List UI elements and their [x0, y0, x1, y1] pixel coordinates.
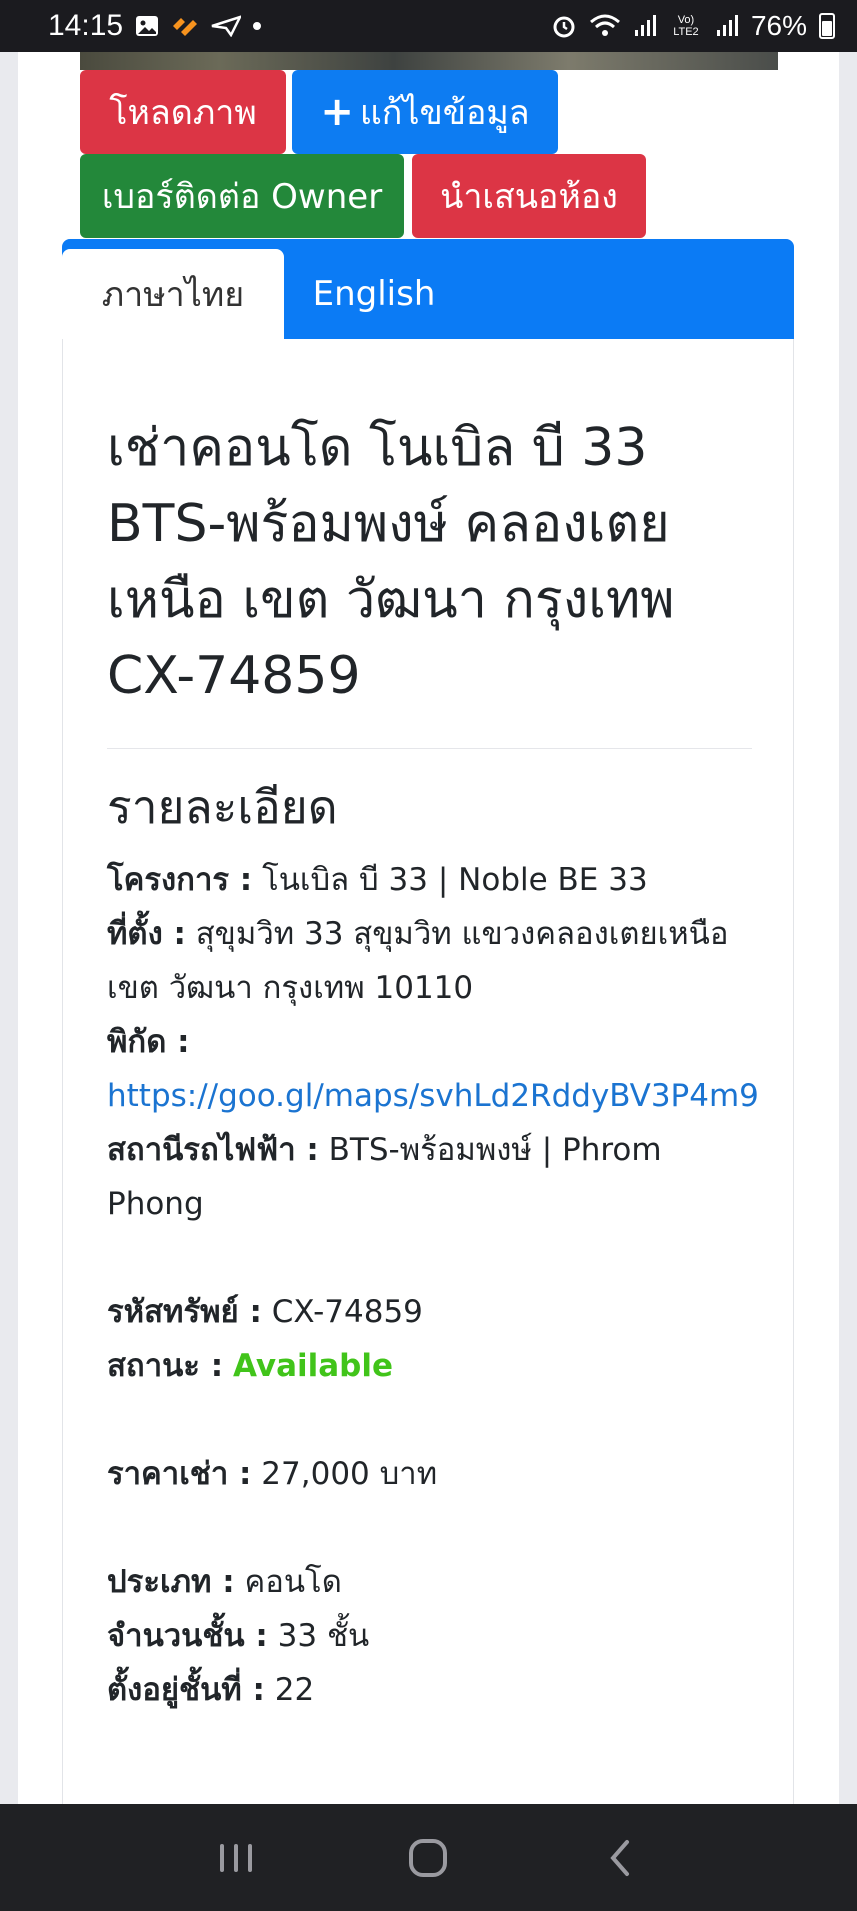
station-row: สถานีรถไฟฟ้า : BTS-พร้อมพงษ์ | Phrom Pho…	[107, 1123, 752, 1231]
project-label: โครงการ :	[107, 862, 253, 898]
location-label: ที่ตั้ง :	[107, 916, 186, 952]
price-label: ราคาเช่า :	[107, 1456, 252, 1492]
tab-thai[interactable]: ภาษาไทย	[62, 249, 284, 339]
volte-icon: Vo) LTE2	[673, 14, 699, 38]
edit-info-button[interactable]: + แก้ไขข้อมูล	[292, 70, 558, 154]
type-value: คอนโด	[244, 1564, 342, 1600]
code-value: CX-74859	[271, 1294, 423, 1330]
listing-card: ภาษาไทย English เช่าคอนโด โนเบิล บี 33 B…	[62, 239, 794, 1804]
signal-icon-2	[715, 14, 739, 38]
status-left: 14:15	[48, 9, 262, 43]
page: โหลดภาพ + แก้ไขข้อมูล เบอร์ติดต่อ Owner น…	[18, 52, 839, 1804]
tab-english[interactable]: English	[284, 249, 464, 339]
language-tabs: ภาษาไทย English	[62, 239, 794, 339]
coords-link-row: https://goo.gl/maps/svhLd2RddyBV3P4m9	[107, 1069, 759, 1123]
floors-value: 33 ชั้น	[277, 1618, 370, 1654]
location-value: สุขุมวิท 33 สุขุมวิท แขวงคลองเตยเหนือ เข…	[107, 916, 729, 1006]
status-badge: Available	[233, 1348, 394, 1384]
divider	[107, 748, 752, 749]
details-list: โครงการ : โนเบิล บี 33 | Noble BE 33 ที่…	[107, 853, 759, 1717]
recent-apps-icon[interactable]	[206, 1828, 266, 1888]
type-label: ประเภท :	[107, 1564, 235, 1600]
floor-value: 22	[274, 1672, 315, 1708]
floor-label: ตั้งอยู่ชั้นที่ :	[107, 1672, 265, 1708]
status-right: Vo) LTE2 76%	[551, 10, 835, 42]
dot-icon	[253, 22, 262, 30]
contact-owner-button[interactable]: เบอร์ติดต่อ Owner	[80, 154, 404, 238]
battery-percent: 76%	[750, 10, 807, 41]
type-row: ประเภท : คอนโด	[107, 1555, 752, 1609]
status-row: สถานะ : Available	[107, 1339, 752, 1393]
code-row: รหัสทรัพย์ : CX-74859	[107, 1285, 752, 1339]
status-label: สถานะ :	[107, 1348, 224, 1384]
code-label: รหัสทรัพย์ :	[107, 1294, 262, 1330]
details-heading: รายละเอียด	[107, 780, 338, 834]
listing-content: เช่าคอนโด โนเบิล บี 33 BTS-พร้อมพงษ์ คลอ…	[107, 410, 759, 1717]
listing-photo[interactable]	[80, 52, 778, 70]
battery-icon	[819, 13, 835, 39]
project-row: โครงการ : โนเบิล บี 33 | Noble BE 33	[107, 853, 752, 907]
project-value: โนเบิล บี 33 | Noble BE 33	[262, 862, 648, 898]
coords-label: พิกัด :	[107, 1024, 190, 1060]
location-row: ที่ตั้ง : สุขุมวิท 33 สุขุมวิท แขวงคลองเ…	[107, 907, 752, 1015]
upload-photo-button[interactable]: โหลดภาพ	[80, 70, 286, 154]
signal-icon	[633, 14, 657, 38]
plus-icon: +	[320, 89, 354, 135]
listing-title: เช่าคอนโด โนเบิล บี 33 BTS-พร้อมพงษ์ คลอ…	[107, 418, 675, 706]
status-time: 14:15	[48, 9, 124, 42]
floors-row: จำนวนชั้น : 33 ชั้น	[107, 1609, 752, 1663]
home-icon[interactable]	[398, 1828, 458, 1888]
floor-row: ตั้งอยู่ชั้นที่ : 22	[107, 1663, 752, 1717]
navigation-bar	[0, 1804, 857, 1911]
image-icon	[135, 14, 159, 38]
back-icon[interactable]	[591, 1828, 651, 1888]
status-bar: 14:15 Vo) LTE2 76%	[0, 0, 857, 52]
price-value: 27,000 บาท	[261, 1456, 438, 1492]
send-icon	[211, 15, 242, 37]
edit-info-label: แก้ไขข้อมูล	[359, 93, 530, 133]
price-row: ราคาเช่า : 27,000 บาท	[107, 1447, 752, 1501]
map-link[interactable]: https://goo.gl/maps/svhLd2RddyBV3P4m9	[107, 1078, 759, 1114]
offer-room-button[interactable]: นำเสนอห้อง	[412, 154, 646, 238]
alarm-icon	[551, 13, 577, 39]
brand-app-icon	[171, 14, 199, 38]
floors-label: จำนวนชั้น :	[107, 1618, 268, 1654]
wifi-icon	[589, 14, 621, 38]
station-label: สถานีรถไฟฟ้า :	[107, 1132, 319, 1168]
coords-row: พิกัด :	[107, 1015, 752, 1069]
